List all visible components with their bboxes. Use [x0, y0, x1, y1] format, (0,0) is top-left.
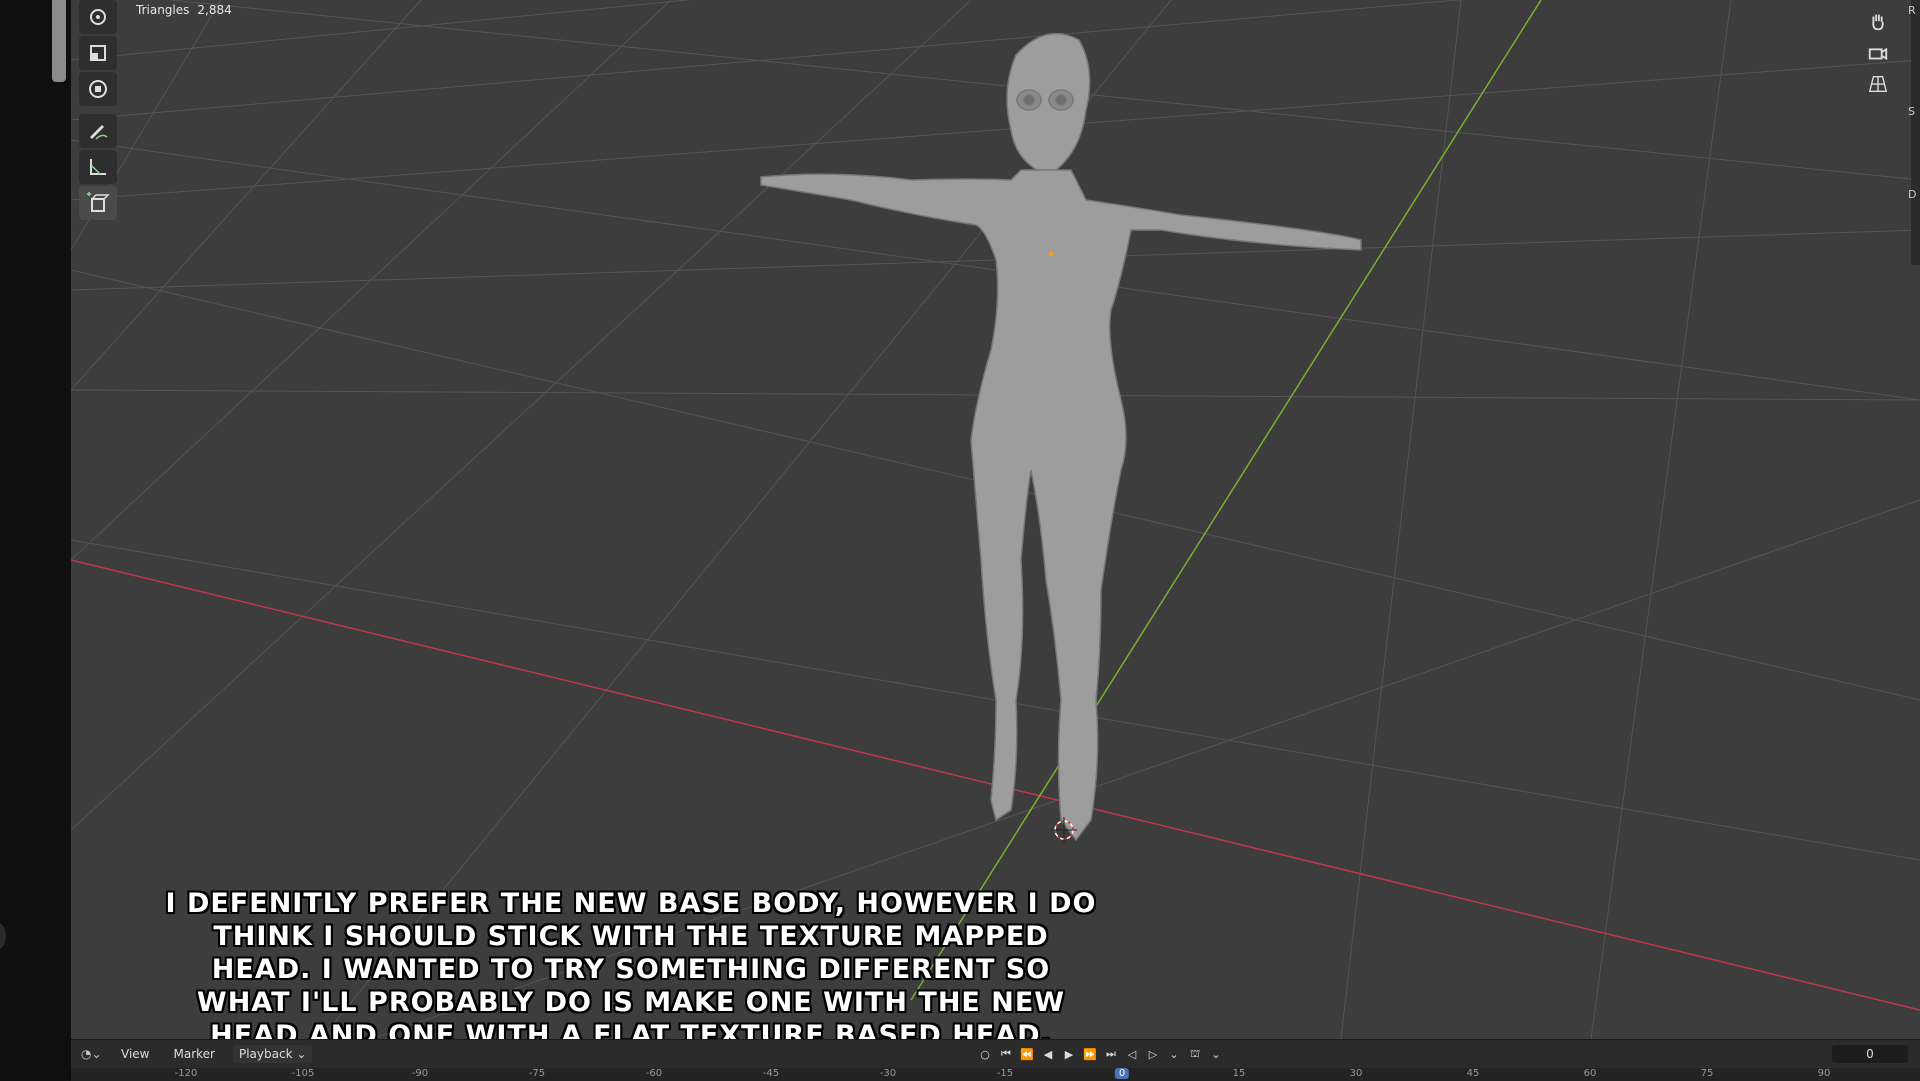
editor-type-button[interactable]: ◔ ⌄ — [81, 1045, 103, 1063]
playback-menu[interactable]: Playback ⌄ — [232, 1045, 313, 1063]
pan-view-button[interactable] — [1864, 8, 1892, 36]
chevron-down-icon[interactable]: ⌄ — [1165, 1045, 1183, 1063]
ruler-tick: 0 — [1114, 1068, 1130, 1079]
next-keyframe-icon[interactable]: ⏩ — [1081, 1045, 1099, 1063]
ruler-tick: 45 — [1466, 1068, 1480, 1079]
viewport-statistics: Triangles 2,884 — [136, 3, 240, 17]
camera-icon — [1868, 47, 1888, 61]
video-caption: I DEFENITLY PREFER THE NEW BASE BODY, HO… — [165, 888, 1097, 1039]
ruler-tick: -60 — [645, 1068, 663, 1079]
prev-keyframe-icon[interactable]: ⏪ — [1018, 1045, 1036, 1063]
origin-point — [1048, 251, 1054, 257]
scale-tool[interactable] — [79, 36, 117, 70]
tool-shelf — [79, 0, 117, 222]
transform-icon — [89, 80, 107, 98]
ruler-tick: 30 — [1349, 1068, 1363, 1079]
3d-viewport[interactable]: Triangles 2,884 R S D I DEFENITLY PREFER … — [71, 0, 1920, 1039]
sidebar-panel-edge[interactable]: R S D — [1908, 0, 1920, 265]
measure-icon — [90, 159, 106, 175]
ruler-tick: -75 — [528, 1068, 546, 1079]
sidebar-handle[interactable] — [0, 922, 6, 950]
ruler-tick: 15 — [1232, 1068, 1246, 1079]
playback-controls: ○ ⏮ ⏪ ◀ ▶ ⏩ ⏭ ◁ ▷ ⌄ ⛫ ⌄ — [976, 1045, 1225, 1063]
ruler-tick: -30 — [879, 1068, 897, 1079]
view-menu[interactable]: View — [115, 1045, 155, 1063]
marker-menu[interactable]: Marker — [167, 1045, 220, 1063]
character-model[interactable] — [760, 32, 1362, 842]
prev-frame-icon[interactable]: ◁ — [1123, 1045, 1141, 1063]
ruler-tick: -15 — [996, 1068, 1014, 1079]
chevron-down-icon: ⌄ — [296, 1047, 307, 1061]
rotate-tool[interactable] — [79, 0, 117, 34]
chevron-down-icon: ⌄ — [91, 1047, 102, 1061]
navigation-gizmo — [1864, 8, 1892, 101]
next-frame-icon[interactable]: ▷ — [1144, 1045, 1162, 1063]
add-cube-icon — [87, 192, 110, 212]
hand-pan-icon — [1872, 14, 1884, 31]
triangles-label: Triangles — [136, 3, 190, 17]
ruler-tick: -120 — [174, 1068, 198, 1079]
ruler-tick: 90 — [1817, 1068, 1831, 1079]
current-frame-field[interactable]: 0 — [1832, 1045, 1908, 1063]
annotate-icon — [90, 125, 108, 140]
frame-ruler[interactable]: -120 -105 -90 -75 -60 -45 -30 -15 0 15 30 45 60 75 90 — [71, 1068, 1920, 1081]
transform-tool[interactable] — [79, 72, 117, 106]
chevron-down-icon[interactable]: ⌄ — [1207, 1045, 1225, 1063]
record-icon[interactable]: ○ — [976, 1045, 994, 1063]
annotate-tool[interactable] — [79, 114, 117, 148]
play-icon[interactable]: ▶ — [1060, 1045, 1078, 1063]
rotate-icon — [90, 9, 106, 25]
ruler-tick: -45 — [762, 1068, 780, 1079]
ruler-tick: -105 — [291, 1068, 315, 1079]
auto-key-icon[interactable]: ⛫ — [1186, 1045, 1204, 1063]
camera-view-button[interactable] — [1864, 39, 1892, 67]
measure-tool[interactable] — [79, 150, 117, 184]
clock-icon: ◔ — [81, 1047, 92, 1061]
timeline-editor: ◔ ⌄ View Marker Playback ⌄ ○ ⏮ ⏪ ◀ ▶ ⏩ ⏭ … — [71, 1039, 1920, 1081]
ruler-tick: -90 — [411, 1068, 429, 1079]
scene-canvas — [71, 0, 1920, 1039]
perspective-toggle-button[interactable] — [1864, 70, 1892, 98]
grid-perspective-icon — [1868, 75, 1888, 93]
ruler-tick: 75 — [1700, 1068, 1714, 1079]
ruler-tick: 60 — [1583, 1068, 1597, 1079]
left-editor-strip — [0, 0, 71, 1080]
add-cube-tool[interactable] — [79, 186, 117, 220]
play-reverse-icon[interactable]: ◀ — [1039, 1045, 1057, 1063]
scrollbar[interactable] — [52, 0, 66, 82]
triangles-value: 2,884 — [197, 3, 232, 17]
jump-end-icon[interactable]: ⏭ — [1102, 1045, 1120, 1063]
jump-start-icon[interactable]: ⏮ — [997, 1045, 1015, 1063]
scale-icon — [90, 45, 106, 61]
